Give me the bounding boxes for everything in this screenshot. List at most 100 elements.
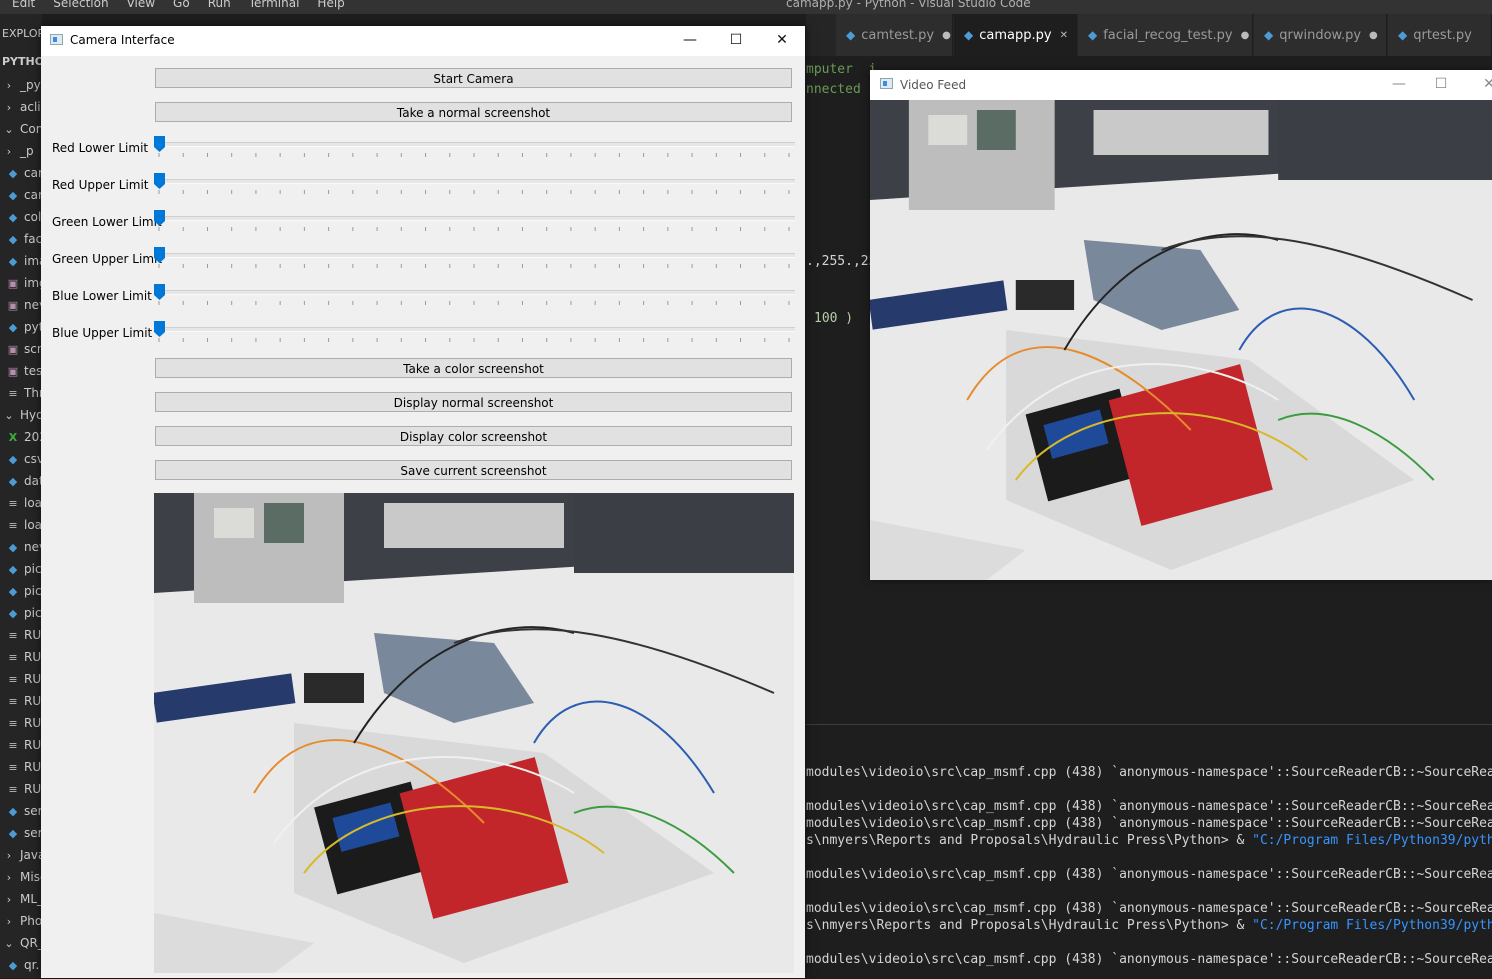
slider-track[interactable] <box>155 327 795 332</box>
minimize-button[interactable]: — <box>667 26 713 56</box>
tree-item[interactable]: ◆ pyt <box>0 316 42 338</box>
menu-item[interactable]: Terminal <box>249 0 300 10</box>
menu-item[interactable]: Run <box>208 0 231 10</box>
save-screenshot-button[interactable]: Save current screenshot <box>155 460 792 480</box>
minimize-button[interactable]: — <box>1376 70 1422 100</box>
terminal-text: modules\videoio\src\cap_msmf.cpp (438) `… <box>806 952 1492 967</box>
tree-item[interactable]: ▣ nev <box>0 294 42 316</box>
tree-item-label: Com <box>20 122 42 136</box>
tree-item[interactable]: › Java <box>0 844 42 866</box>
text-file-icon: ≡ <box>8 518 18 532</box>
slider-track[interactable] <box>155 216 795 221</box>
slider-handle[interactable] <box>154 247 165 263</box>
tree-item[interactable]: X 202 <box>0 426 42 448</box>
explorer-sidebar: EXPLOR PYTHO ›_py›aclir⌄Com›_p◆car◆car◆c… <box>0 14 42 978</box>
menu-item[interactable]: Selection <box>53 0 108 10</box>
tree-item[interactable]: ▣ img <box>0 272 42 294</box>
editor-tab[interactable]: ◆ camtest.py ● <box>836 14 953 56</box>
close-tab-icon[interactable]: ✕ <box>1060 30 1068 41</box>
tree-item[interactable]: ≡ RU <box>0 668 42 690</box>
close-button[interactable]: ✕ <box>1466 70 1492 100</box>
tree-item[interactable]: ≡ RU <box>0 712 42 734</box>
slider-ticks <box>158 301 790 305</box>
slider-handle[interactable] <box>154 210 165 226</box>
tree-item[interactable]: ◆ ser <box>0 800 42 822</box>
tree-item[interactable]: › _py <box>0 74 42 96</box>
tree-item[interactable]: ⌄ QR_ <box>0 932 42 954</box>
tree-item[interactable]: ▣ scr <box>0 338 42 360</box>
tree-item-label: RU <box>24 650 42 664</box>
start-camera-button[interactable]: Start Camera <box>155 68 792 88</box>
maximize-button[interactable]: ☐ <box>1418 70 1464 100</box>
slider-handle[interactable] <box>154 173 165 189</box>
editor-tab[interactable]: ◆ camapp.py ✕ <box>954 14 1077 56</box>
tree-item[interactable]: › _p <box>0 140 42 162</box>
tree-item[interactable]: ≡ RU <box>0 734 42 756</box>
tree-item[interactable]: ⌄ Com <box>0 118 42 140</box>
menu-item[interactable]: Help <box>317 0 344 10</box>
slider-handle[interactable] <box>154 136 165 152</box>
tree-item[interactable]: ≡ RU <box>0 778 42 800</box>
tree-item[interactable]: ◆ ima <box>0 250 42 272</box>
tree-item[interactable]: ◆ csv <box>0 448 42 470</box>
tree-item[interactable]: › Misc <box>0 866 42 888</box>
tree-item[interactable]: ◆ car <box>0 184 42 206</box>
tree-item[interactable]: ≡ RU <box>0 690 42 712</box>
tree-item[interactable]: ◆ pic <box>0 580 42 602</box>
tree-item[interactable]: ≡ loa <box>0 492 42 514</box>
unsaved-dot-icon[interactable]: ● <box>1241 30 1250 41</box>
tree-item[interactable]: ◆ pic <box>0 558 42 580</box>
slider-ticks <box>158 190 790 194</box>
workspace-section-heading[interactable]: PYTHO <box>2 55 42 68</box>
menu-item[interactable]: View <box>127 0 155 10</box>
close-button[interactable]: ✕ <box>759 26 805 56</box>
slider-handle[interactable] <box>154 284 165 300</box>
tree-item[interactable]: ≡ loa <box>0 514 42 536</box>
video-window-titlebar[interactable]: Video Feed — ☐ ✕ <box>870 70 1492 100</box>
tree-item[interactable]: ≡ RU <box>0 624 42 646</box>
slider-track[interactable] <box>155 142 795 147</box>
python-file-icon: ◆ <box>964 28 974 42</box>
tree-item-label: QR_ <box>20 936 42 950</box>
tree-item[interactable]: ◆ qr. <box>0 954 42 976</box>
tree-item[interactable]: ≡ RU <box>0 756 42 778</box>
unsaved-dot-icon[interactable]: ● <box>942 30 951 41</box>
camera-window-titlebar[interactable]: Camera Interface — ☐ ✕ <box>41 26 805 56</box>
tree-item[interactable]: ≡ RU <box>0 646 42 668</box>
maximize-button[interactable]: ☐ <box>713 26 759 56</box>
tree-item[interactable]: › ML_ <box>0 888 42 910</box>
terminal-panel[interactable]: modules\videoio\src\cap_msmf.cpp (438) `… <box>806 724 1492 979</box>
slider-track[interactable] <box>155 290 795 295</box>
menu-item[interactable]: Edit <box>12 0 35 10</box>
tree-item[interactable]: ◆ ser <box>0 822 42 844</box>
tab-label: qrtest.py <box>1413 27 1472 43</box>
slider-track[interactable] <box>155 253 795 258</box>
tree-item[interactable]: ◆ col <box>0 206 42 228</box>
tree-item[interactable]: › Phot <box>0 910 42 932</box>
tree-item[interactable]: › aclir <box>0 96 42 118</box>
tree-item[interactable]: ▣ tes <box>0 360 42 382</box>
editor-tab[interactable]: ◆ qrwindow.py ● <box>1254 14 1387 56</box>
tree-item[interactable]: ◆ nev <box>0 536 42 558</box>
tree-item[interactable]: ◆ dat <box>0 470 42 492</box>
slider-handle[interactable] <box>154 321 165 337</box>
tree-item-label: aclir <box>20 100 42 114</box>
editor-tab[interactable]: ◆ facial_recog_test.py ● <box>1078 14 1253 56</box>
tree-item[interactable]: ≡ Thr <box>0 382 42 404</box>
tree-item[interactable]: ◆ car <box>0 162 42 184</box>
unsaved-dot-icon[interactable]: ● <box>1369 30 1378 41</box>
display-normal-screenshot-button[interactable]: Display normal screenshot <box>155 392 792 412</box>
terminal-line: modules\videoio\src\cap_msmf.cpp (438) `… <box>806 952 1492 967</box>
tree-item[interactable]: ◆ pic <box>0 602 42 624</box>
normal-screenshot-button[interactable]: Take a normal screenshot <box>155 102 792 122</box>
menu-item[interactable]: Go <box>173 0 190 10</box>
display-color-screenshot-button[interactable]: Display color screenshot <box>155 426 792 446</box>
tree-item-label: Java <box>20 848 42 862</box>
editor-tab[interactable]: ◆ qrtest.py <box>1388 14 1492 56</box>
terminal-text: modules\videoio\src\cap_msmf.cpp (438) `… <box>806 901 1492 916</box>
color-screenshot-button[interactable]: Take a color screenshot <box>155 358 792 378</box>
tree-item[interactable]: ⌄ Hyd <box>0 404 42 426</box>
tree-item[interactable]: ◆ fac <box>0 228 42 250</box>
terminal-line: s\nmyers\Reports and Proposals\Hydraulic… <box>806 833 1492 848</box>
slider-track[interactable] <box>155 179 795 184</box>
